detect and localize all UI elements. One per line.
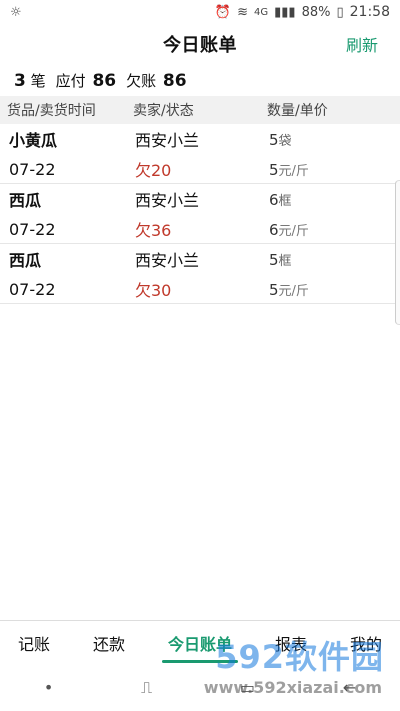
quantity-unit: 框	[278, 193, 292, 209]
seller-name: 西安小兰	[135, 251, 200, 270]
weather-icon: ☼	[10, 4, 22, 20]
system-nav-bar: • ⎍ ▭ ←	[0, 664, 400, 711]
sale-date: 07-22	[9, 279, 56, 299]
unit-price: 5元/斤	[269, 280, 400, 299]
debt-status: 欠20	[135, 161, 172, 180]
payable: 应付 86	[56, 70, 116, 91]
back-icon[interactable]: ←	[343, 678, 356, 697]
screen: ☼ ⏰ ≋ 4G ▮▮▮ 88% ▯ 21:58 今日账单 刷新 3 笔 应付 …	[0, 0, 400, 711]
table-row[interactable]: 西瓜 西安小兰 5框 07-22 欠30 5元/斤	[0, 244, 400, 304]
seller-name: 西安小兰	[135, 191, 200, 210]
summary-bar: 3 笔 应付 86 欠账 86	[0, 64, 400, 96]
column-qty-price: 数量/单价	[267, 103, 328, 119]
wifi-icon: ≋	[237, 4, 248, 20]
debt-label: 欠账	[126, 71, 157, 90]
unit-price: 5元/斤	[269, 160, 400, 179]
column-goods-time: 货品/卖货时间	[7, 103, 96, 119]
quantity-value: 5	[269, 130, 279, 149]
seller-name: 西安小兰	[135, 131, 200, 150]
price-value: 5	[269, 280, 279, 299]
bill-count-value: 3	[14, 70, 26, 91]
quantity: 5袋	[269, 130, 400, 149]
price-unit: 元/斤	[278, 223, 309, 239]
price-value: 5	[269, 160, 279, 179]
goods-name: 小黄瓜	[9, 131, 58, 150]
quantity-unit: 袋	[278, 133, 292, 149]
quantity-unit: 框	[278, 253, 292, 269]
quantity-value: 6	[269, 190, 279, 209]
nav-dot-icon[interactable]: •	[44, 678, 53, 697]
table-row[interactable]: 小黄瓜 西安小兰 5袋 07-22 欠20 5元/斤	[0, 124, 400, 184]
status-left: ☼	[10, 5, 22, 20]
price-unit: 元/斤	[278, 163, 309, 179]
table-row[interactable]: 西瓜 西安小兰 6框 07-22 欠36 6元/斤	[0, 184, 400, 244]
payable-label: 应付	[55, 71, 86, 90]
battery-percent: 88%	[301, 4, 331, 20]
home-button-icon[interactable]: ▭	[240, 678, 255, 697]
tab-today-bill[interactable]: 今日账单	[161, 631, 239, 663]
column-seller-status: 卖家/状态	[133, 103, 194, 119]
goods-name: 西瓜	[9, 251, 42, 270]
alarm-icon: ⏰	[214, 4, 232, 20]
tab-record[interactable]: 记账	[18, 631, 50, 655]
quantity-value: 5	[269, 250, 279, 269]
column-header: 货品/卖货时间 卖家/状态 数量/单价	[0, 96, 400, 124]
refresh-button[interactable]: 刷新	[346, 32, 378, 56]
debt: 欠账 86	[126, 70, 186, 91]
tab-report[interactable]: 报表	[275, 631, 307, 655]
status-bar: ☼ ⏰ ≋ 4G ▮▮▮ 88% ▯ 21:58	[0, 0, 400, 24]
clock: 21:58	[349, 4, 390, 20]
debt-status: 欠30	[135, 281, 172, 300]
debt-value: 86	[162, 70, 187, 91]
recent-apps-icon[interactable]: ⎍	[141, 678, 152, 698]
tab-repay[interactable]: 还款	[93, 631, 125, 655]
quantity: 6框	[269, 190, 400, 209]
bill-list: 小黄瓜 西安小兰 5袋 07-22 欠20 5元/斤 西瓜 西安小兰 6框 07…	[0, 124, 400, 304]
battery-icon: ▯	[336, 4, 344, 20]
unit-price: 6元/斤	[269, 220, 400, 239]
network-label: 4G	[253, 6, 269, 18]
bottom-tab-bar: 记账 还款 今日账单 报表 我的	[0, 620, 400, 664]
signal-icon: ▮▮▮	[274, 4, 296, 20]
bill-count-unit: 笔	[30, 71, 46, 90]
status-right: ⏰ ≋ 4G ▮▮▮ 88% ▯ 21:58	[215, 4, 390, 20]
goods-name: 西瓜	[9, 191, 42, 210]
price-value: 6	[269, 220, 279, 239]
quantity: 5框	[269, 250, 400, 269]
sale-date: 07-22	[9, 159, 56, 179]
side-panel-handle[interactable]	[395, 180, 400, 325]
page-title: 今日账单	[163, 35, 237, 56]
sale-date: 07-22	[9, 219, 56, 239]
bill-count: 3 笔	[14, 70, 46, 91]
price-unit: 元/斤	[278, 283, 309, 299]
header: 今日账单 刷新	[0, 24, 400, 64]
payable-value: 86	[92, 70, 117, 91]
debt-status: 欠36	[135, 221, 172, 240]
tab-mine[interactable]: 我的	[350, 631, 382, 655]
